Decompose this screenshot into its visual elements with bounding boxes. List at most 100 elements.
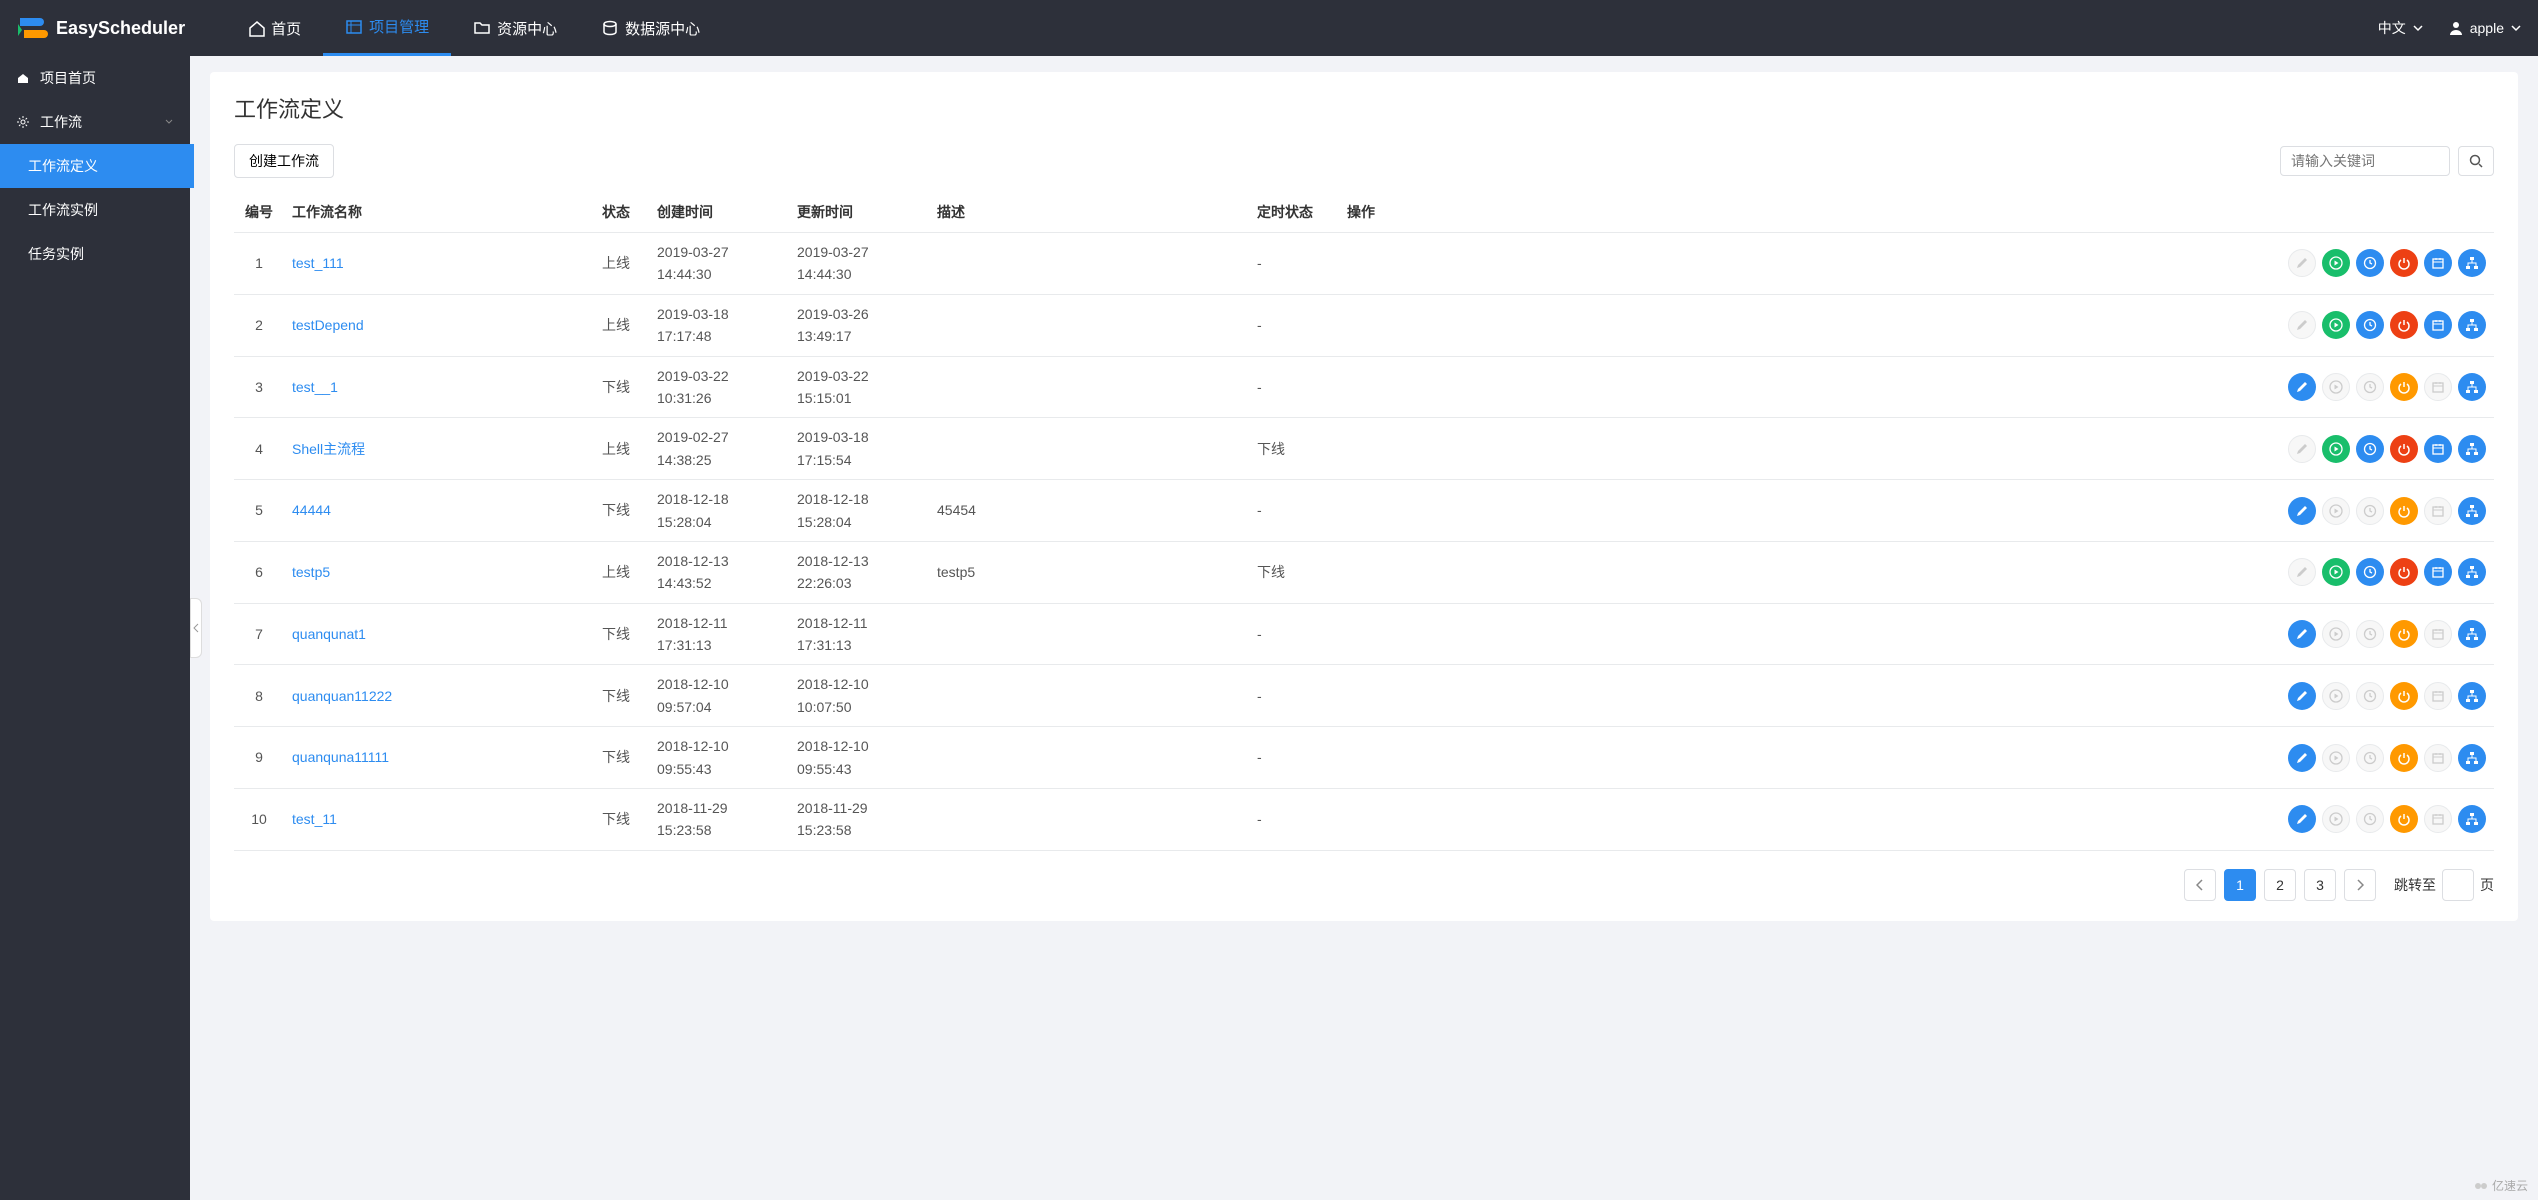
sidebar-item-3[interactable]: 工作流实例 (0, 188, 190, 232)
op-tree[interactable] (2458, 682, 2486, 710)
op-tree[interactable] (2458, 620, 2486, 648)
cell-created: 2019-03-27 14:44:30 (649, 233, 789, 295)
search-button[interactable] (2458, 146, 2494, 176)
op-toggle-state[interactable] (2390, 497, 2418, 525)
language-switcher[interactable]: 中文 (2378, 18, 2424, 38)
op-edit[interactable] (2288, 744, 2316, 772)
workflow-name-link[interactable]: quanqunat1 (292, 626, 366, 642)
op-toggle-state[interactable] (2390, 558, 2418, 586)
cell-created: 2018-12-13 14:43:52 (649, 541, 789, 603)
cell-timer: - (1249, 233, 1339, 295)
op-tree[interactable] (2458, 805, 2486, 833)
workflow-name-link[interactable]: Shell主流程 (292, 441, 365, 457)
op-toggle-state[interactable] (2390, 805, 2418, 833)
op-timing (2356, 620, 2384, 648)
pagination-jump-input[interactable] (2442, 869, 2474, 901)
nav-item-3[interactable]: 数据源中心 (579, 0, 722, 56)
cell-timer: - (1249, 603, 1339, 665)
op-run[interactable] (2322, 311, 2350, 339)
op-toggle-state[interactable] (2390, 373, 2418, 401)
op-tree[interactable] (2458, 373, 2486, 401)
op-edit (2288, 311, 2316, 339)
nav-icon (473, 19, 491, 37)
pagination-page[interactable]: 3 (2304, 869, 2336, 901)
op-edit[interactable] (2288, 805, 2316, 833)
cell-state: 下线 (594, 789, 649, 851)
create-workflow-button[interactable]: 创建工作流 (234, 144, 334, 178)
col-header-state: 状态 (594, 192, 649, 233)
workflow-name-link[interactable]: test_11 (292, 811, 337, 827)
workflow-name-link[interactable]: quanquan11222 (292, 688, 392, 704)
op-toggle-state[interactable] (2390, 744, 2418, 772)
cell-updated: 2019-03-22 15:15:01 (789, 356, 929, 418)
cell-state: 下线 (594, 480, 649, 542)
chevron-down-icon (164, 117, 174, 127)
op-timing[interactable] (2356, 435, 2384, 463)
op-tree[interactable] (2458, 558, 2486, 586)
pagination-prev[interactable] (2184, 869, 2216, 901)
workflow-name-link[interactable]: test__1 (292, 379, 338, 395)
brand-logo[interactable]: EasyScheduler (16, 12, 185, 44)
op-edit[interactable] (2288, 620, 2316, 648)
op-schedule[interactable] (2424, 249, 2452, 277)
op-tree[interactable] (2458, 744, 2486, 772)
op-timing[interactable] (2356, 249, 2384, 277)
sidebar-item-2[interactable]: 工作流定义 (0, 144, 190, 188)
cell-updated: 2018-12-11 17:31:13 (789, 603, 929, 665)
op-edit[interactable] (2288, 682, 2316, 710)
op-toggle-state[interactable] (2390, 435, 2418, 463)
cell-state: 下线 (594, 727, 649, 789)
op-tree[interactable] (2458, 497, 2486, 525)
op-tree[interactable] (2458, 311, 2486, 339)
op-timing[interactable] (2356, 558, 2384, 586)
workflow-name-link[interactable]: quanquna11111 (292, 749, 389, 765)
search-input[interactable] (2280, 146, 2450, 176)
col-header-ops: 操作 (1339, 192, 2494, 233)
op-timing (2356, 682, 2384, 710)
workflow-name-link[interactable]: testDepend (292, 317, 364, 333)
op-timing (2356, 744, 2384, 772)
op-run[interactable] (2322, 435, 2350, 463)
pagination-page[interactable]: 2 (2264, 869, 2296, 901)
chevron-left-icon (193, 623, 199, 633)
cell-updated: 2019-03-27 14:44:30 (789, 233, 929, 295)
op-toggle-state[interactable] (2390, 682, 2418, 710)
workflow-name-link[interactable]: 44444 (292, 502, 331, 518)
op-run[interactable] (2322, 249, 2350, 277)
op-schedule[interactable] (2424, 311, 2452, 339)
op-run[interactable] (2322, 558, 2350, 586)
op-toggle-state[interactable] (2390, 311, 2418, 339)
sidebar-collapse-toggle[interactable] (190, 598, 202, 658)
sidebar-item-0[interactable]: 项目首页 (0, 56, 190, 100)
op-toggle-state[interactable] (2390, 620, 2418, 648)
user-menu[interactable]: apple (2448, 20, 2522, 36)
nav-item-2[interactable]: 资源中心 (451, 0, 579, 56)
table-row: 7 quanqunat1 下线 2018-12-11 17:31:13 2018… (234, 603, 2494, 665)
op-timing (2356, 497, 2384, 525)
sidebar-item-1[interactable]: 工作流 (0, 100, 190, 144)
op-run (2322, 682, 2350, 710)
op-schedule[interactable] (2424, 435, 2452, 463)
op-edit[interactable] (2288, 497, 2316, 525)
pagination-page[interactable]: 1 (2224, 869, 2256, 901)
op-schedule[interactable] (2424, 558, 2452, 586)
workflow-name-link[interactable]: testp5 (292, 564, 330, 580)
op-schedule (2424, 744, 2452, 772)
cell-updated: 2018-12-13 22:26:03 (789, 541, 929, 603)
user-icon (2448, 20, 2464, 36)
workflow-name-link[interactable]: test_111 (292, 255, 344, 271)
op-tree[interactable] (2458, 249, 2486, 277)
pagination-next[interactable] (2344, 869, 2376, 901)
top-nav: EasyScheduler 首页项目管理资源中心数据源中心 中文 apple (0, 0, 2538, 56)
op-timing[interactable] (2356, 311, 2384, 339)
sidebar-item-4[interactable]: 任务实例 (0, 232, 190, 276)
cell-timer: - (1249, 665, 1339, 727)
op-toggle-state[interactable] (2390, 249, 2418, 277)
op-tree[interactable] (2458, 435, 2486, 463)
nav-item-0[interactable]: 首页 (225, 0, 323, 56)
op-timing (2356, 805, 2384, 833)
pagination-jump-suffix: 页 (2480, 875, 2494, 895)
nav-item-1[interactable]: 项目管理 (323, 0, 451, 56)
op-edit[interactable] (2288, 373, 2316, 401)
page-title: 工作流定义 (234, 92, 2494, 124)
